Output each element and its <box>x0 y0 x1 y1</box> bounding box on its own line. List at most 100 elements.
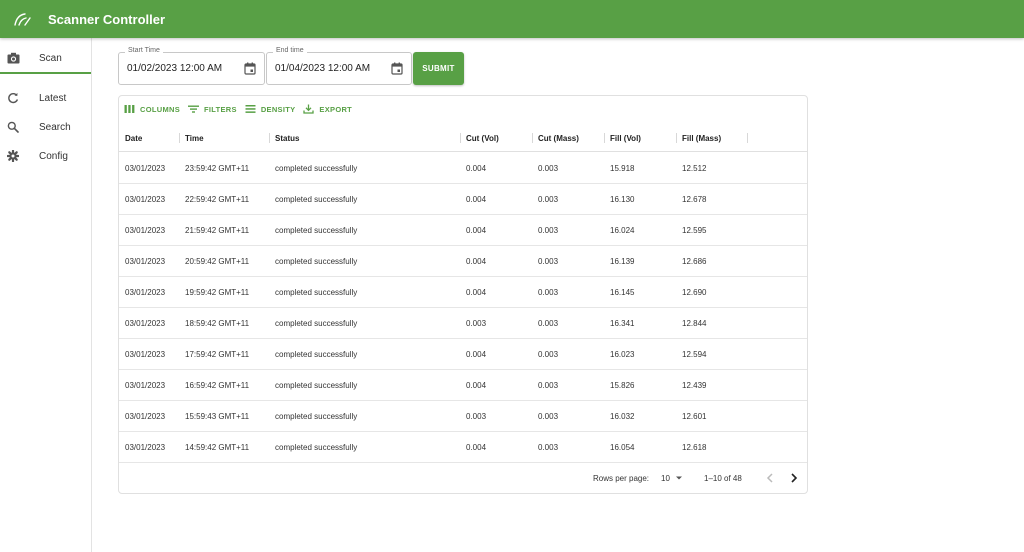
cell-cut-vol: 0.004 <box>466 256 487 266</box>
export-button[interactable]: EXPORT <box>303 104 352 114</box>
column-header-cut-mass[interactable]: Cut (Mass) <box>538 124 579 152</box>
cell-time: 16:59:42 GMT+11 <box>185 380 250 390</box>
column-separator[interactable] <box>532 133 533 143</box>
cell-status: completed successfully <box>275 411 358 421</box>
end-time-label: End time <box>273 47 307 54</box>
column-separator[interactable] <box>269 133 270 143</box>
table-row[interactable]: 03/01/2023 20:59:42 GMT+11 completed succe… <box>119 246 807 277</box>
sidebar-item-search[interactable]: Search <box>0 115 91 139</box>
table-row[interactable]: 03/01/2023 21:59:42 GMT+11 completed succe… <box>119 215 807 246</box>
submit-button[interactable]: SUBMIT <box>413 52 464 85</box>
previous-page-button[interactable] <box>763 471 777 485</box>
table-row[interactable]: 03/01/2023 17:59:42 GMT+11 completed succe… <box>119 339 807 370</box>
cell-date: 03/01/2023 <box>125 287 166 297</box>
cell-fill-mass: 12.618 <box>682 442 707 452</box>
caret-down-icon <box>675 476 682 480</box>
cell-cut-vol: 0.004 <box>466 163 487 173</box>
cell-time: 14:59:42 GMT+11 <box>185 442 250 452</box>
cell-fill-vol: 16.032 <box>610 411 635 421</box>
column-header-time[interactable]: Time <box>185 124 204 152</box>
start-time-value[interactable]: 01/02/2023 12:00 AM <box>127 63 222 74</box>
column-header-date[interactable]: Date <box>125 124 142 152</box>
column-separator[interactable] <box>604 133 605 143</box>
cell-date: 03/01/2023 <box>125 442 166 452</box>
cell-date: 03/01/2023 <box>125 349 166 359</box>
column-header-fill-vol[interactable]: Fill (Vol) <box>610 124 641 152</box>
sidebar-item-label: Scan <box>39 52 62 64</box>
cell-fill-vol: 16.341 <box>610 318 635 328</box>
end-time-value[interactable]: 01/04/2023 12:00 AM <box>275 63 370 74</box>
table-row[interactable]: 03/01/2023 23:59:42 GMT+11 completed succe… <box>119 153 807 184</box>
filters-button[interactable]: FILTERS <box>188 104 237 114</box>
cell-cut-vol: 0.004 <box>466 349 487 359</box>
cell-cut-mass: 0.003 <box>538 287 559 297</box>
cell-time: 19:59:42 GMT+11 <box>185 287 250 297</box>
cell-status: completed successfully <box>275 442 358 452</box>
app-bar: Scanner Controller <box>0 0 1024 38</box>
cell-cut-mass: 0.003 <box>538 194 559 204</box>
sidebar-item-label: Config <box>39 150 68 162</box>
density-icon <box>245 105 256 113</box>
table-row[interactable]: 03/01/2023 19:59:42 GMT+11 completed succe… <box>119 277 807 308</box>
camera-icon <box>6 51 20 65</box>
calendar-icon[interactable] <box>244 62 256 75</box>
start-time-field[interactable]: Start Time 01/02/2023 12:00 AM <box>118 47 265 85</box>
cell-cut-vol: 0.003 <box>466 411 487 421</box>
column-header-cut-vol[interactable]: Cut (Vol) <box>466 124 499 152</box>
cell-fill-vol: 16.024 <box>610 225 635 235</box>
table-row[interactable]: 03/01/2023 15:59:43 GMT+11 completed succe… <box>119 401 807 432</box>
cell-cut-mass: 0.003 <box>538 442 559 452</box>
calendar-icon[interactable] <box>391 62 403 75</box>
sidebar-item-latest[interactable]: Latest <box>0 86 91 110</box>
cell-fill-mass: 12.594 <box>682 349 707 359</box>
cell-fill-vol: 16.130 <box>610 194 635 204</box>
grid-toolbar: COLUMNS FILTERS DENSITY EXPORT <box>124 103 360 115</box>
next-page-button[interactable] <box>787 471 801 485</box>
sidebar-item-label: Search <box>39 121 71 133</box>
cell-cut-mass: 0.003 <box>538 256 559 266</box>
density-button[interactable]: DENSITY <box>245 104 296 114</box>
cell-date: 03/01/2023 <box>125 411 166 421</box>
columns-icon <box>124 105 135 113</box>
column-separator[interactable] <box>179 133 180 143</box>
end-time-field[interactable]: End time 01/04/2023 12:00 AM <box>266 47 412 85</box>
table-row[interactable]: 03/01/2023 14:59:42 GMT+11 completed succe… <box>119 432 807 463</box>
sidebar-item-config[interactable]: Config <box>0 144 91 168</box>
cell-fill-mass: 12.690 <box>682 287 707 297</box>
cell-cut-vol: 0.004 <box>466 194 487 204</box>
column-separator[interactable] <box>676 133 677 143</box>
cell-date: 03/01/2023 <box>125 163 166 173</box>
column-separator[interactable] <box>460 133 461 143</box>
columns-button[interactable]: COLUMNS <box>124 104 180 114</box>
cell-fill-mass: 12.512 <box>682 163 707 173</box>
sidebar: Scan Latest Search Config <box>0 38 92 552</box>
column-separator[interactable] <box>747 133 748 143</box>
table-row[interactable]: 03/01/2023 22:59:42 GMT+11 completed succe… <box>119 184 807 215</box>
cell-status: completed successfully <box>275 163 358 173</box>
cell-cut-mass: 0.003 <box>538 225 559 235</box>
cell-fill-vol: 15.918 <box>610 163 635 173</box>
sidebar-item-scan[interactable]: Scan <box>0 44 91 74</box>
cell-time: 17:59:42 GMT+11 <box>185 349 250 359</box>
column-header-fill-mass[interactable]: Fill (Mass) <box>682 124 721 152</box>
refresh-icon <box>6 91 20 105</box>
cell-time: 21:59:42 GMT+11 <box>185 225 250 235</box>
cell-date: 03/01/2023 <box>125 194 166 204</box>
column-header-status[interactable]: Status <box>275 124 299 152</box>
cell-status: completed successfully <box>275 380 358 390</box>
cell-date: 03/01/2023 <box>125 380 166 390</box>
cell-fill-mass: 12.844 <box>682 318 707 328</box>
cell-fill-mass: 12.439 <box>682 380 707 390</box>
cell-status: completed successfully <box>275 194 358 204</box>
sidebar-item-label: Latest <box>39 92 67 104</box>
download-icon <box>303 104 315 114</box>
table-row[interactable]: 03/01/2023 16:59:42 GMT+11 completed succe… <box>119 370 807 401</box>
cell-cut-mass: 0.003 <box>538 411 559 421</box>
cell-fill-mass: 12.601 <box>682 411 707 421</box>
table-row[interactable]: 03/01/2023 18:59:42 GMT+11 completed succe… <box>119 308 807 339</box>
rows-per-page-select[interactable]: 10 <box>661 463 683 493</box>
cell-cut-mass: 0.003 <box>538 163 559 173</box>
cell-status: completed successfully <box>275 287 358 297</box>
rows-per-page-label: Rows per page: <box>593 473 650 483</box>
cell-fill-mass: 12.595 <box>682 225 707 235</box>
